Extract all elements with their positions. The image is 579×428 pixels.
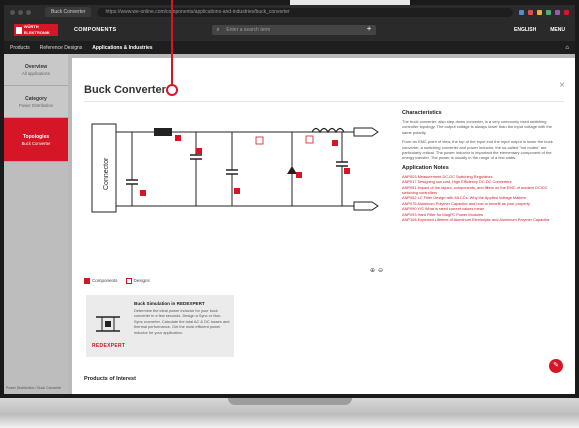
characteristics-p2: From an EMC point of view, the top of th… xyxy=(402,139,553,161)
search-input[interactable]: ⌕ Enter a search term + xyxy=(212,24,377,35)
buck-converter-schematic: Connector xyxy=(91,123,379,213)
search-icon: ⌕ xyxy=(216,27,220,33)
sidebar: Overview All applications Category Power… xyxy=(4,54,68,394)
sidebar-footer: Power Distribution / Buck Converter xyxy=(6,386,62,390)
topology-modal: Buck Converter × Connector ⊕ ⊖ Component… xyxy=(72,58,575,394)
page-title: Buck Converter xyxy=(84,84,166,96)
cart-icon[interactable]: ⌂ xyxy=(565,45,569,51)
zoom-out-icon[interactable]: ⊖ xyxy=(378,267,383,274)
site-header: WÜRTH ELEKTRONIK COMPONENTS ⌕ Enter a se… xyxy=(4,19,575,41)
browser-tab[interactable]: Buck Converter xyxy=(45,7,92,17)
characteristics-panel: Characteristics The buck converter, also… xyxy=(402,110,562,223)
products-of-interest-heading: Products of Interest xyxy=(84,376,136,382)
window-controls[interactable] xyxy=(10,9,31,15)
page-body: Overview All applications Category Power… xyxy=(4,54,575,394)
header-actions: ENGLISH MENU xyxy=(514,27,565,33)
nav-reference-designs[interactable]: Reference Designs xyxy=(40,45,83,51)
legend-components: Components xyxy=(84,278,118,284)
menu-button[interactable]: MENU xyxy=(550,27,565,33)
sidebar-item-category[interactable]: Category Power Distribution xyxy=(4,86,68,118)
zoom-controls[interactable]: ⊕ ⊖ xyxy=(370,267,383,274)
close-icon[interactable]: × xyxy=(559,80,565,91)
search-placeholder: Enter a search term xyxy=(226,27,271,33)
connector-label: Connector xyxy=(103,157,110,190)
language-selector[interactable]: ENGLISH xyxy=(514,27,536,33)
simulation-title: Buck Simulation in REDEXPERT xyxy=(134,301,205,306)
components-label[interactable]: COMPONENTS xyxy=(74,27,116,33)
app-note-link[interactable]: ANP051 Impact of the layout, components,… xyxy=(402,185,562,196)
app-note-link[interactable]: ANP108 Expected Lifetime of Aluminum Ele… xyxy=(402,217,562,222)
simulation-text: Determine the ideal power inductor for y… xyxy=(134,308,230,335)
nav-applications[interactable]: Applications & Industries xyxy=(92,45,152,51)
annotation-marker xyxy=(166,84,178,96)
divider xyxy=(84,101,564,102)
legend: Components Designs xyxy=(84,278,150,284)
characteristics-p1: The buck converter, also step-down conve… xyxy=(402,119,552,135)
laptop-notch xyxy=(228,398,352,405)
chat-icon[interactable]: ✎ xyxy=(549,359,563,373)
characteristics-title: Characteristics xyxy=(402,110,442,116)
nav-products[interactable]: Products xyxy=(10,45,30,51)
main-nav: Products Reference Designs Applications … xyxy=(4,41,575,54)
redexpert-brand: REDEXPERT xyxy=(92,343,126,349)
inductor-1 xyxy=(154,128,172,136)
sidebar-item-topologies[interactable]: Topologies Buck Converter xyxy=(4,118,68,162)
legend-designs: Designs xyxy=(125,278,150,284)
plus-icon[interactable]: + xyxy=(367,24,372,34)
logo-mark-icon xyxy=(16,26,22,34)
browser-toolbar: Buck Converter https://www.we-online.com… xyxy=(4,5,575,19)
redexpert-simulation-card[interactable]: REDEXPERT Buck Simulation in REDEXPERT D… xyxy=(86,295,234,357)
application-notes-title: Application Notes xyxy=(402,164,449,171)
we-logo[interactable]: WÜRTH ELEKTRONIK xyxy=(14,24,58,36)
annotation-line xyxy=(171,0,173,86)
extension-icons[interactable] xyxy=(519,9,569,15)
inductor-logo-icon xyxy=(96,316,120,332)
zoom-in-icon[interactable]: ⊕ xyxy=(370,267,375,274)
address-bar[interactable]: https://www.we-online.com/components/app… xyxy=(97,7,513,17)
sidebar-item-overview[interactable]: Overview All applications xyxy=(4,54,68,86)
browser-window: Buck Converter https://www.we-online.com… xyxy=(4,5,575,394)
